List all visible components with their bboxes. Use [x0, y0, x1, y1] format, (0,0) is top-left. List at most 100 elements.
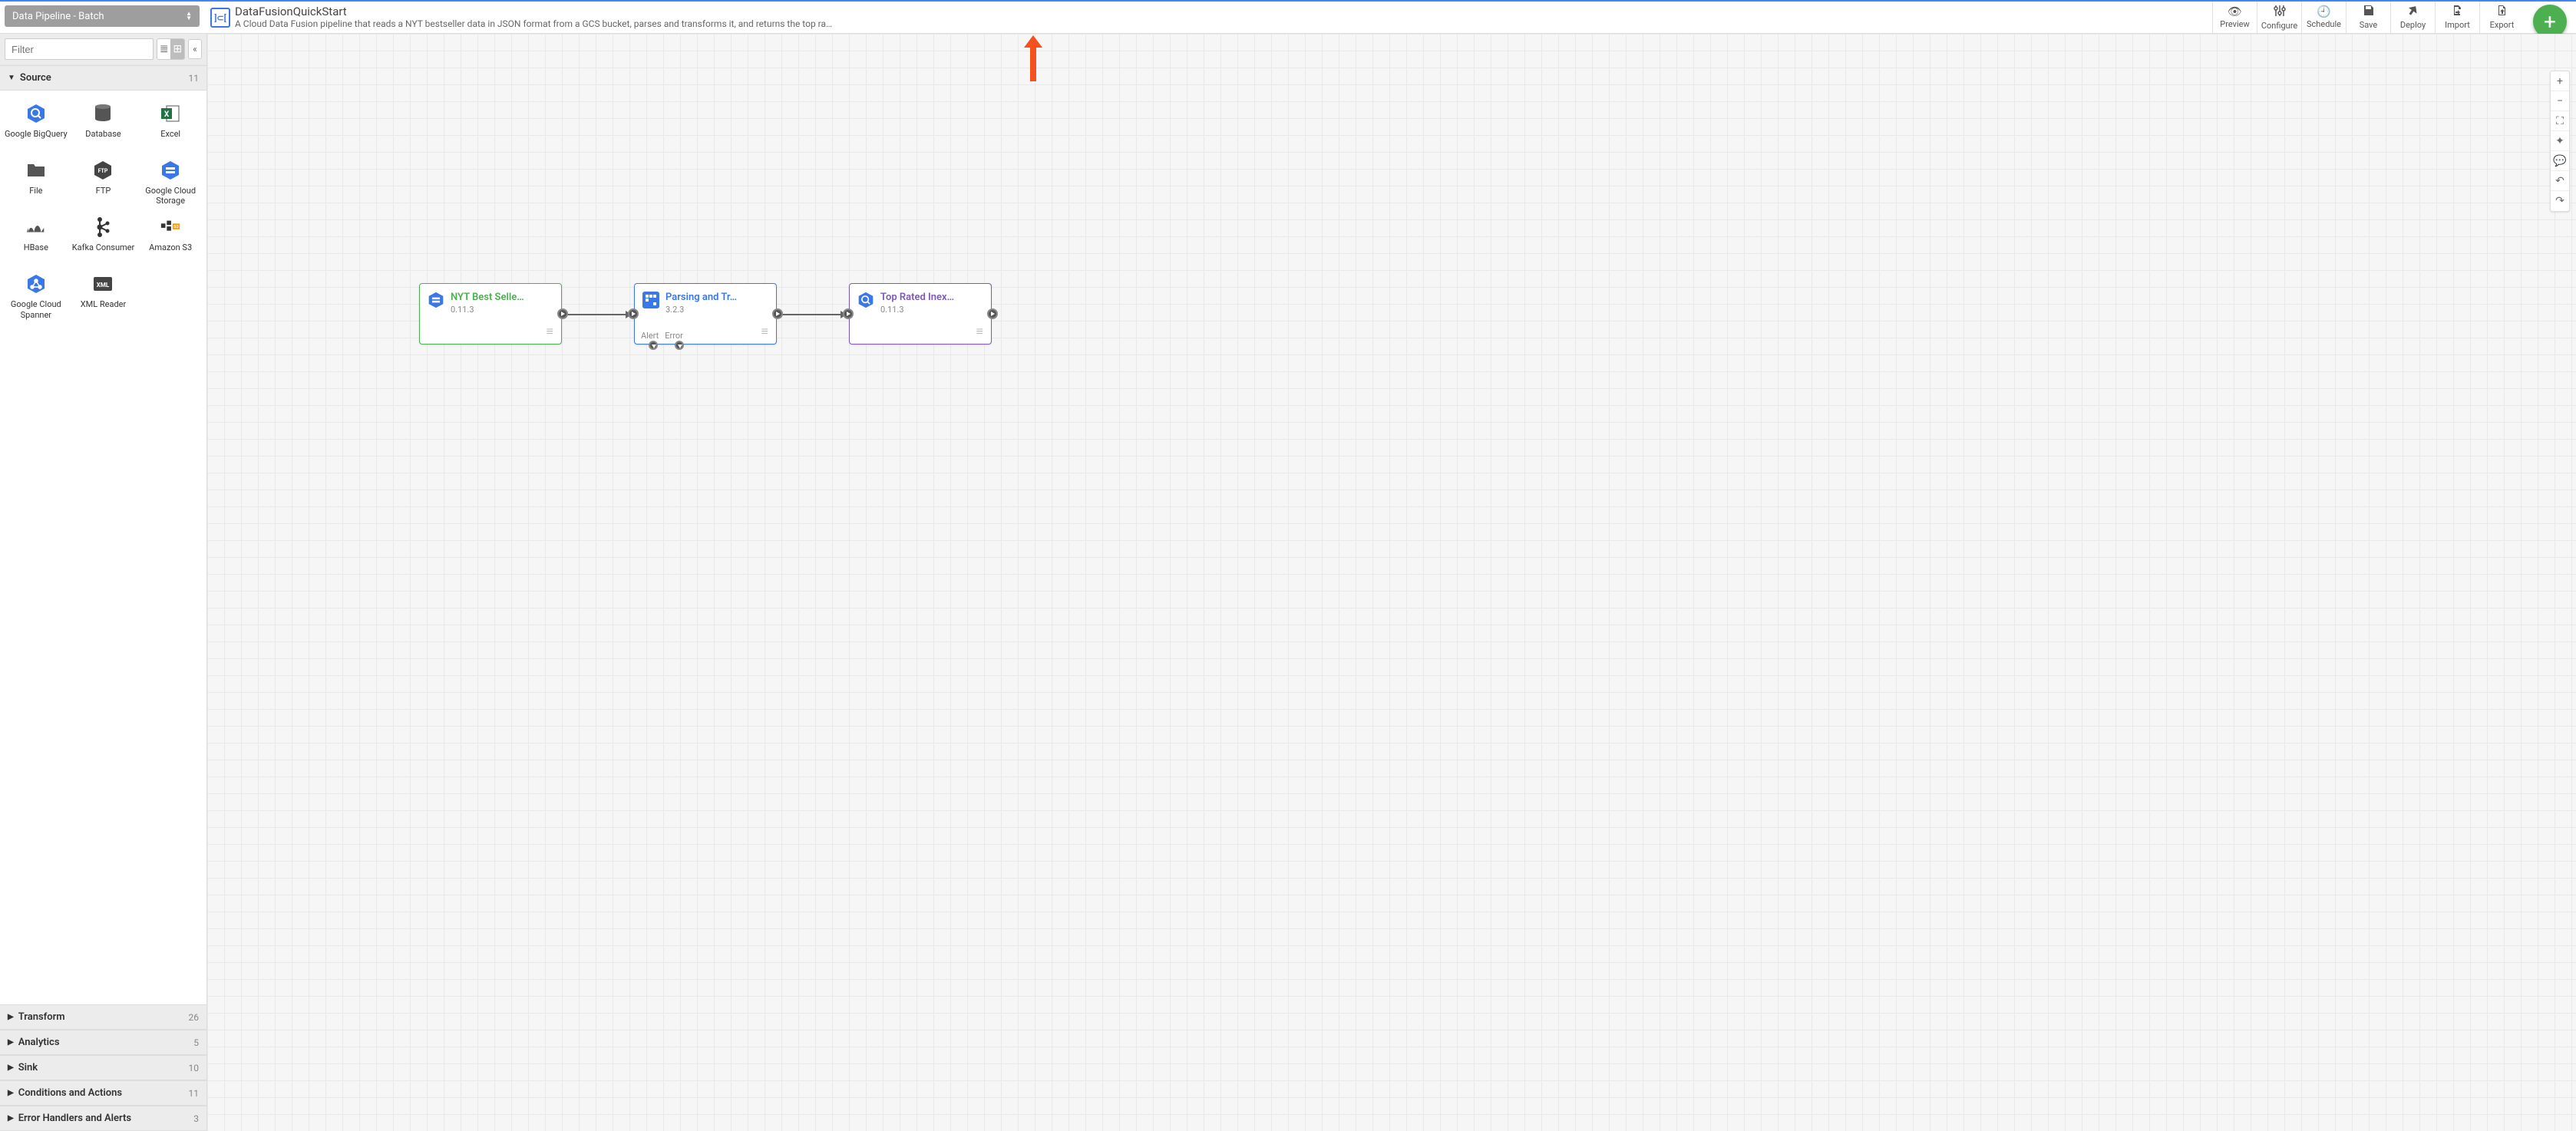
sliders-icon: [2274, 5, 2286, 19]
pipeline-type-label: Data Pipeline - Batch: [12, 11, 104, 22]
hamburger-icon[interactable]: ≡: [761, 325, 768, 338]
pipeline-type-select[interactable]: Data Pipeline - Batch ▲▼: [5, 5, 200, 27]
wrangler-icon: [642, 292, 659, 308]
alert-port-label: Alert: [641, 331, 659, 341]
save-icon: [2363, 5, 2374, 18]
output-port[interactable]: [557, 308, 568, 319]
zoom-out-button[interactable]: −: [2551, 91, 2569, 111]
layout-icon: ✦: [2555, 135, 2564, 147]
export-button[interactable]: Export: [2479, 2, 2524, 33]
node-transform[interactable]: Parsing and Tr… 3.2.3 Alert Error ≡: [634, 283, 777, 345]
input-port[interactable]: [843, 308, 854, 319]
deploy-button[interactable]: Deploy: [2390, 2, 2435, 33]
grid-view-button[interactable]: ⊞: [170, 39, 183, 59]
plugin-ftp[interactable]: FTPFTP: [71, 157, 137, 209]
plugin-bigquery[interactable]: Google BigQuery: [3, 100, 69, 152]
alert-port[interactable]: [649, 341, 658, 350]
redo-button[interactable]: ↷: [2551, 191, 2569, 211]
caret-right-icon: ▶: [8, 1114, 14, 1123]
pipeline-title[interactable]: DataFusionQuickStart: [235, 5, 2206, 18]
source-category-header[interactable]: ▼Source 11: [0, 65, 206, 91]
svg-text:FTP: FTP: [98, 168, 108, 174]
kafka-icon: [92, 216, 114, 238]
plus-icon: +: [2544, 9, 2556, 35]
output-port[interactable]: [987, 308, 998, 319]
conditions-category-header[interactable]: ▶Conditions and Actions 11: [0, 1080, 206, 1106]
hamburger-icon[interactable]: ≡: [547, 325, 553, 338]
node-title: Top Rated Inex…: [880, 292, 954, 303]
top-bar: Data Pipeline - Batch ▲▼ ]⊂[ DataFusionQ…: [0, 2, 2576, 34]
save-button[interactable]: Save: [2346, 2, 2390, 33]
excel-icon: X: [160, 103, 181, 124]
folder-icon: [25, 160, 47, 181]
error-port-label: Error: [665, 331, 683, 341]
output-port[interactable]: [772, 308, 783, 319]
canvas[interactable]: NYT Best Selle… 0.11.3 ≡ Parsing and Tr……: [207, 34, 2576, 1131]
source-plugins-grid: Google BigQuery Database XExcel File FTP…: [0, 91, 206, 337]
node-source[interactable]: NYT Best Selle… 0.11.3 ≡: [419, 283, 562, 345]
plugin-xml[interactable]: XMLXML Reader: [71, 270, 137, 322]
database-icon: [92, 103, 114, 124]
node-title: NYT Best Selle…: [451, 292, 524, 303]
configure-button[interactable]: Configure: [2257, 2, 2301, 33]
import-button[interactable]: Import: [2435, 2, 2479, 33]
sink-category-header[interactable]: ▶Sink 10: [0, 1055, 206, 1080]
minus-icon: −: [2557, 95, 2563, 107]
xml-icon: XML: [92, 273, 114, 295]
spanner-icon: [25, 273, 47, 295]
caret-right-icon: ▶: [8, 1038, 14, 1047]
plugin-file[interactable]: File: [3, 157, 69, 209]
plus-icon: +: [2557, 75, 2563, 87]
caret-right-icon: ▶: [8, 1089, 14, 1097]
export-icon: [2496, 5, 2508, 18]
chevron-left-icon: «: [193, 44, 197, 54]
canvas-tools: + − ⛶ ✦ 💬 ↶ ↷: [2550, 71, 2570, 212]
caret-down-icon: ▼: [8, 74, 15, 82]
list-view-button[interactable]: ≣: [157, 39, 170, 59]
filter-input[interactable]: [5, 38, 154, 60]
node-sink[interactable]: Top Rated Inex… 0.11.3 ≡: [849, 283, 992, 345]
plugin-gcs[interactable]: Google Cloud Storage: [137, 157, 203, 209]
comment-icon: 💬: [2553, 155, 2566, 167]
caret-right-icon: ▶: [8, 1013, 14, 1021]
chevron-updown-icon: ▲▼: [186, 12, 192, 21]
schedule-button[interactable]: 🕘Schedule: [2301, 2, 2346, 33]
edge: [566, 314, 631, 315]
zoom-in-button[interactable]: +: [2551, 71, 2569, 91]
gcs-icon: [160, 160, 181, 181]
plugin-database[interactable]: Database: [71, 100, 137, 152]
analytics-category-header[interactable]: ▶Analytics 5: [0, 1030, 206, 1055]
toolbar: 👁Preview Configure 🕘Schedule Save Deploy…: [2212, 2, 2524, 33]
collapse-sidebar-button[interactable]: «: [188, 39, 202, 59]
pipeline-description[interactable]: A Cloud Data Fusion pipeline that reads …: [235, 18, 834, 29]
plugin-kafka[interactable]: Kafka Consumer: [71, 213, 137, 265]
fit-screen-button[interactable]: ⛶: [2551, 111, 2569, 131]
s3-icon: S3: [160, 216, 181, 238]
errors-category-header[interactable]: ▶Error Handlers and Alerts 3: [0, 1106, 206, 1131]
comments-button[interactable]: 💬: [2551, 151, 2569, 171]
error-port[interactable]: [675, 341, 684, 350]
svg-text:XML: XML: [97, 282, 110, 289]
annotation-arrow: [1024, 35, 1042, 81]
caret-right-icon: ▶: [8, 1063, 14, 1072]
redo-icon: ↷: [2555, 195, 2564, 207]
node-version: 0.11.3: [880, 305, 954, 315]
undo-button[interactable]: ↶: [2551, 171, 2569, 191]
fit-icon: ⛶: [2556, 115, 2564, 127]
transform-category-header[interactable]: ▶Transform 26: [0, 1004, 206, 1030]
preview-button[interactable]: 👁Preview: [2212, 2, 2257, 33]
clock-icon: 🕘: [2317, 6, 2331, 18]
view-toggle: ≣ ⊞: [157, 38, 185, 60]
node-version: 3.2.3: [665, 305, 737, 315]
input-port[interactable]: [628, 308, 639, 319]
import-icon: [2452, 5, 2463, 18]
plugin-excel[interactable]: XExcel: [137, 100, 203, 152]
plugin-s3[interactable]: S3Amazon S3: [137, 213, 203, 265]
plugin-spanner[interactable]: Google Cloud Spanner: [3, 270, 69, 322]
plugin-hbase[interactable]: HBase: [3, 213, 69, 265]
auto-layout-button[interactable]: ✦: [2551, 131, 2569, 151]
app-logo-icon: ]⊂[: [210, 8, 230, 28]
plugin-sidebar: ≣ ⊞ « ▼Source 11 Google BigQuery Databas…: [0, 34, 207, 1131]
node-title: Parsing and Tr…: [665, 292, 737, 303]
hamburger-icon[interactable]: ≡: [976, 325, 983, 338]
